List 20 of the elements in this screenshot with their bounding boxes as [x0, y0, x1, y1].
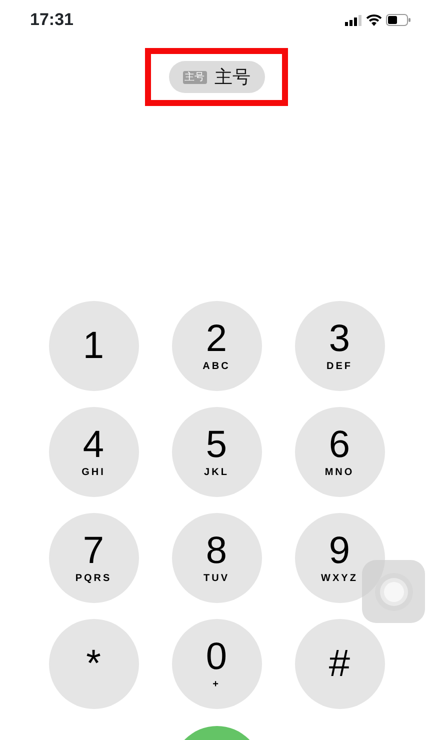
keypad-key[interactable]: 0 + — [172, 619, 262, 709]
keypad-key[interactable]: # — [294, 619, 384, 709]
battery-icon — [386, 14, 411, 26]
line-selector[interactable]: 主号 主号 — [168, 61, 264, 93]
wifi-icon — [366, 14, 382, 26]
assistive-touch-button[interactable] — [362, 560, 425, 623]
assistive-touch-icon — [374, 572, 414, 612]
keypad-key[interactable]: 7 PQRS — [48, 513, 138, 603]
keypad-key[interactable]: 3 DEF — [294, 301, 384, 391]
keypad-key[interactable]: 4 GHI — [48, 407, 138, 497]
status-time: 17:31 — [30, 9, 74, 32]
keypad-key[interactable]: 5 JKL — [172, 407, 262, 497]
keypad-key[interactable]: 1 — [48, 301, 138, 391]
keypad-key[interactable]: 6 MNO — [294, 407, 384, 497]
keypad-key[interactable]: * — [48, 619, 138, 709]
keypad-key[interactable]: 2 ABC — [172, 301, 262, 391]
keypad-key[interactable]: 8 TUV — [172, 513, 262, 603]
signal-icon — [345, 14, 362, 26]
line-badge: 主号 — [182, 70, 206, 84]
keypad-key[interactable]: 9 WXYZ — [294, 513, 384, 603]
